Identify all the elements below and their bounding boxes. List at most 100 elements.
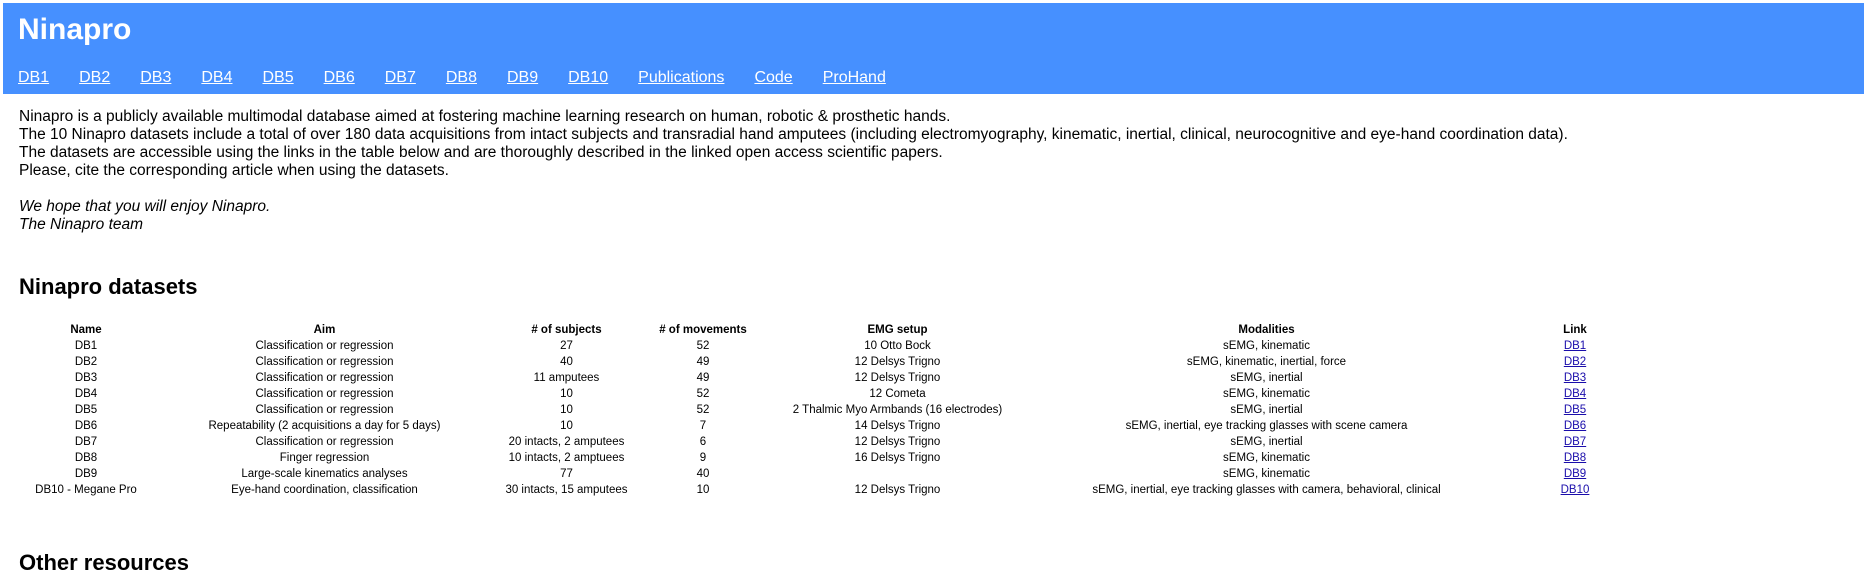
dataset-link[interactable]: DB9 [1564, 468, 1586, 480]
cell-subjects: 11 amputees [533, 372, 600, 384]
main-nav: DB1 DB2 DB3 DB4 DB5 DB6 DB7 DB8 DB9 DB10… [18, 67, 916, 89]
cell-subjects: 10 [560, 420, 573, 432]
datasets-table: Name Aim # of subjects # of movements EM… [19, 321, 1643, 498]
dataset-link[interactable]: DB2 [1564, 356, 1586, 368]
col-header-movements: # of movements [659, 323, 747, 336]
nav-link-prohand[interactable]: ProHand [823, 67, 886, 89]
cell-aim: Classification or regression [255, 388, 394, 400]
nav-link-publications[interactable]: Publications [638, 67, 724, 89]
nav-link-db4[interactable]: DB4 [201, 67, 232, 89]
dataset-link[interactable]: DB8 [1564, 452, 1586, 464]
cell-link: DB2 [1507, 354, 1643, 370]
nav-link-db9[interactable]: DB9 [507, 67, 538, 89]
nav-link-code[interactable]: Code [754, 67, 792, 89]
table-row: DB3 Classification or regression 11 ampute… [19, 370, 1643, 386]
cell-link: DB10 [1507, 482, 1643, 498]
cell-modalities: sEMG, inertial, eye tracking glasses wit… [1125, 420, 1408, 432]
nav-link-db2[interactable]: DB2 [79, 67, 110, 89]
intro-line: The datasets are accessible using the li… [19, 144, 943, 161]
cell-movements: 49 [696, 372, 710, 384]
dataset-link[interactable]: DB5 [1564, 404, 1586, 416]
cell-emg-setup: 12 Delsys Trigno [854, 436, 941, 448]
intro-line: The 10 Ninapro datasets include a total … [19, 126, 1568, 143]
cell-aim: Repeatability (2 acquisitions a day for … [208, 420, 441, 432]
cell-emg-setup: 10 Otto Bock [864, 340, 931, 352]
nav-link-db3[interactable]: DB3 [140, 67, 171, 89]
cell-emg-setup: 16 Delsys Trigno [854, 452, 941, 464]
cell-emg-setup [769, 466, 1026, 482]
cell-modalities: sEMG, kinematic [1223, 468, 1310, 480]
cell-movements: 6 [699, 436, 707, 448]
cell-link: DB8 [1507, 450, 1643, 466]
cell-link: DB5 [1507, 402, 1643, 418]
cell-subjects: 77 [560, 468, 573, 480]
intro-line: Ninapro is a publicly available multimod… [19, 108, 951, 125]
cell-link: DB6 [1507, 418, 1643, 434]
cell-emg-setup: 12 Cometa [869, 388, 926, 400]
dataset-link[interactable]: DB1 [1564, 340, 1586, 352]
dataset-link[interactable]: DB4 [1564, 388, 1586, 400]
cell-movements: 49 [696, 356, 710, 368]
dataset-link[interactable]: DB6 [1564, 420, 1586, 432]
dataset-link[interactable]: DB3 [1564, 372, 1586, 384]
cell-subjects: 30 intacts, 15 amputees [505, 484, 628, 496]
cell-aim: Finger regression [279, 452, 370, 464]
cell-subjects: 20 intacts, 2 amputees [508, 436, 625, 448]
cell-name: DB3 [74, 372, 98, 384]
table-body: DB1 Classification or regression 27 52 10 Ot… [19, 338, 1643, 498]
cell-subjects: 10 intacts, 2 amptuees [508, 452, 625, 464]
cell-modalities: sEMG, inertial [1230, 436, 1303, 448]
cell-modalities: sEMG, kinematic [1223, 452, 1310, 464]
signature-text: The Ninapro team [19, 216, 144, 233]
cell-name: DB10 - Megane Pro [35, 484, 137, 496]
cell-emg-setup: 12 Delsys Trigno [854, 372, 941, 384]
table-row: DB8 Finger regression 10 intacts, 2 amptue… [19, 450, 1643, 466]
table-row: DB10 - Megane Pro Eye-hand coordination, … [19, 482, 1643, 498]
cell-link: DB9 [1507, 466, 1643, 482]
cell-modalities: sEMG, kinematic, inertial, force [1186, 356, 1347, 368]
dataset-link[interactable]: DB10 [1561, 484, 1590, 496]
other-resources-title: Other resources [19, 550, 189, 575]
cell-subjects: 10 [560, 404, 573, 416]
cell-name: DB4 [74, 388, 98, 400]
nav-link-db1[interactable]: DB1 [18, 67, 49, 89]
datasets-title: Ninapro datasets [19, 274, 198, 299]
col-header-name: Name [70, 323, 102, 336]
cell-subjects: 10 [560, 388, 573, 400]
nav-link-db5[interactable]: DB5 [263, 67, 294, 89]
cell-modalities: sEMG, inertial, eye tracking glasses wit… [1092, 484, 1441, 496]
cell-aim: Large-scale kinematics analyses [241, 468, 408, 480]
cell-aim: Classification or regression [255, 372, 394, 384]
dataset-link[interactable]: DB7 [1564, 436, 1586, 448]
table-row: DB2 Classification or regression 40 49 12 De… [19, 354, 1643, 370]
cell-modalities: sEMG, kinematic [1223, 340, 1310, 352]
nav-link-db7[interactable]: DB7 [385, 67, 416, 89]
cell-emg-setup: 12 Delsys Trigno [854, 484, 941, 496]
cell-aim: Classification or regression [255, 340, 394, 352]
intro-line: Please, cite the corresponding article w… [19, 162, 449, 179]
col-header-link: Link [1563, 323, 1587, 336]
cell-modalities: sEMG, kinematic [1223, 388, 1310, 400]
cell-movements: 40 [696, 468, 710, 480]
intro-text: Ninapro is a publicly available multimod… [19, 108, 1719, 234]
cell-link: DB3 [1507, 370, 1643, 386]
cell-emg-setup: 12 Delsys Trigno [854, 356, 941, 368]
table-row: DB4 Classification or regression 10 52 12 Co… [19, 386, 1643, 402]
table-row: DB9 Large-scale kinematics analyses 77 40 sE… [19, 466, 1643, 482]
cell-link: DB7 [1507, 434, 1643, 450]
table-header-row: Name Aim # of subjects # of movements EM… [19, 321, 1643, 338]
cell-movements: 52 [696, 404, 710, 416]
col-header-aim: Aim [313, 323, 336, 336]
cell-movements: 52 [696, 340, 710, 352]
cell-modalities: sEMG, inertial [1230, 372, 1303, 384]
table-row: DB5 Classification or regression 10 52 2 Tha… [19, 402, 1643, 418]
cell-aim: Classification or regression [255, 356, 394, 368]
nav-link-db10[interactable]: DB10 [568, 67, 608, 89]
table-row: DB6 Repeatability (2 acquisitions a day f… [19, 418, 1643, 434]
cell-name: DB9 [74, 468, 98, 480]
nav-link-db8[interactable]: DB8 [446, 67, 477, 89]
cell-aim: Classification or regression [255, 436, 394, 448]
nav-link-db6[interactable]: DB6 [324, 67, 355, 89]
closing-text: We hope that you will enjoy Ninapro. [19, 198, 271, 215]
cell-emg-setup: 14 Delsys Trigno [854, 420, 941, 432]
